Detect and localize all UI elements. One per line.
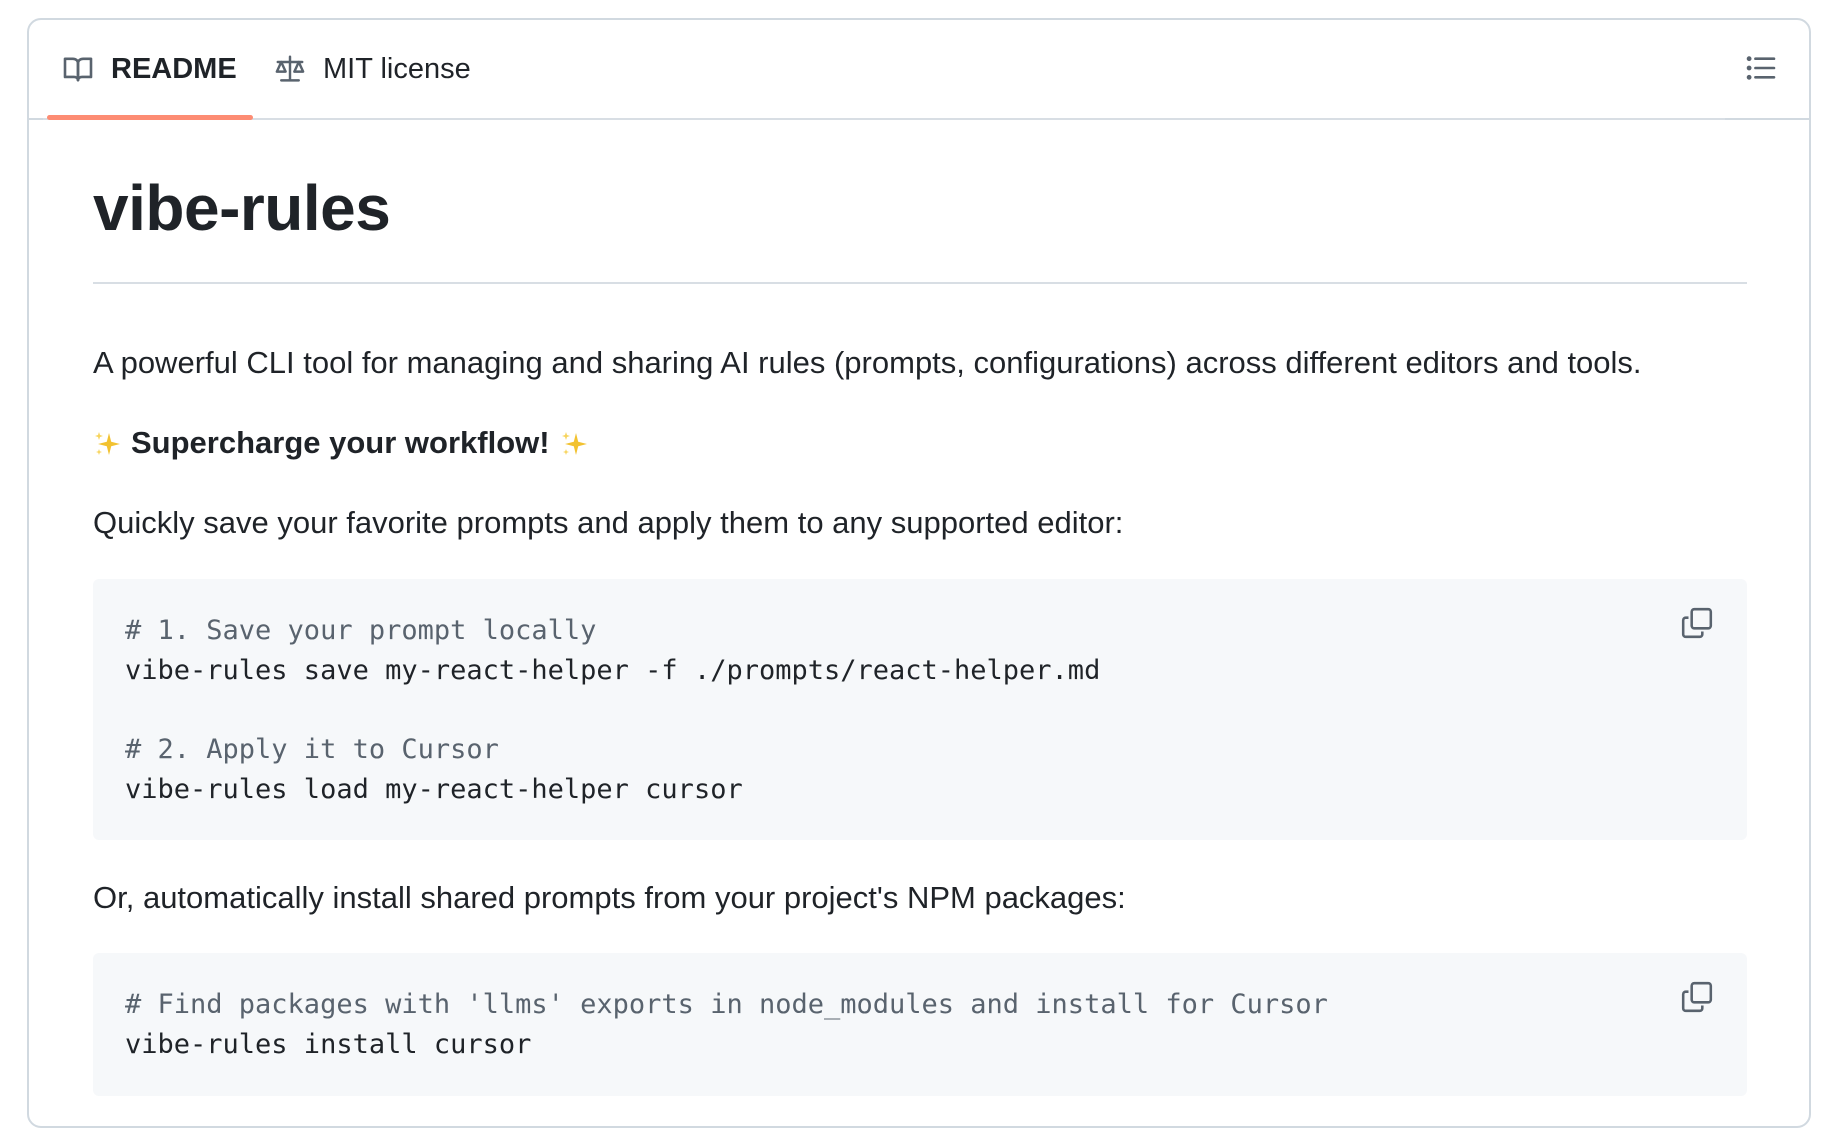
- code-command: vibe-rules install cursor: [125, 1029, 532, 1060]
- list-unordered-icon: [1746, 55, 1776, 86]
- readme-intro-install: Or, automatically install shared prompts…: [93, 880, 1126, 915]
- tab-license-label: MIT license: [323, 52, 471, 85]
- readme-intro-save: Quickly save your favorite prompts and a…: [93, 505, 1124, 540]
- code-comment: # 1. Save your prompt locally: [125, 615, 597, 646]
- active-tab-indicator: [47, 115, 253, 120]
- code-block-save-load: # 1. Save your prompt locally vibe-rules…: [93, 579, 1747, 840]
- book-icon: [61, 52, 95, 86]
- code-block-install: # Find packages with 'llms' exports in n…: [93, 953, 1747, 1096]
- copy-icon: [1680, 980, 1714, 1019]
- tab-license[interactable]: MIT license: [273, 20, 471, 118]
- law-scale-icon: [273, 52, 307, 86]
- tab-readme[interactable]: README: [47, 20, 253, 120]
- sparkles-icon: [93, 429, 121, 457]
- title-divider: [93, 282, 1747, 284]
- tab-readme-label: README: [111, 52, 237, 85]
- copy-icon: [1680, 606, 1714, 645]
- copy-code-button[interactable]: [1677, 605, 1717, 645]
- readme-tagline: Supercharge your workflow!: [93, 424, 588, 461]
- readme-panel: README MIT license vibe-rules A powerful…: [27, 18, 1811, 1128]
- copy-code-button[interactable]: [1677, 979, 1717, 1019]
- table-of-contents-button[interactable]: [1743, 52, 1779, 88]
- tab-bar-divider: [43, 118, 1725, 120]
- tagline-text: Supercharge your workflow!: [131, 425, 550, 460]
- code-command: vibe-rules save my-react-helper -f ./pro…: [125, 655, 1101, 686]
- code-comment: # 2. Apply it to Cursor: [125, 734, 499, 765]
- readme-title: vibe-rules: [93, 172, 391, 244]
- code-command: vibe-rules load my-react-helper cursor: [125, 774, 743, 805]
- sparkles-icon: [560, 429, 588, 457]
- code-comment: # Find packages with 'llms' exports in n…: [125, 989, 1328, 1020]
- readme-description: A powerful CLI tool for managing and sha…: [93, 345, 1642, 380]
- tab-bar: README MIT license: [29, 20, 1809, 120]
